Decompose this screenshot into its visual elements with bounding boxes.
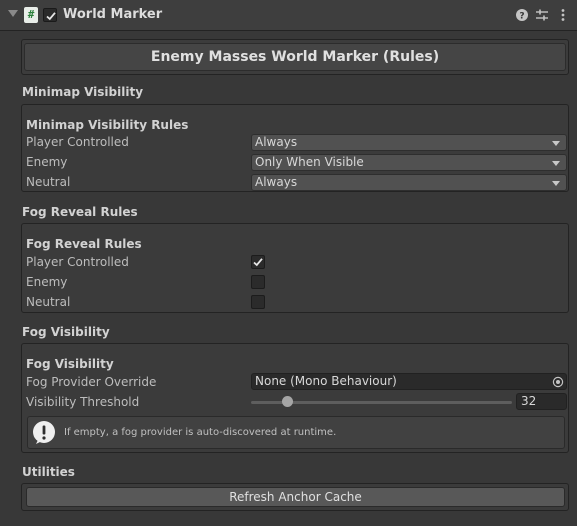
threshold-slider-thumb[interactable] bbox=[282, 396, 294, 407]
component-enabled-checkbox[interactable] bbox=[43, 8, 57, 22]
component-header[interactable]: # World Marker ? bbox=[0, 0, 577, 31]
help-icon[interactable]: ? bbox=[515, 8, 529, 22]
minimap-neutral-dropdown[interactable]: Always bbox=[251, 174, 567, 191]
fog-provider-label: Fog Provider Override bbox=[26, 375, 157, 389]
fog-reveal-neutral-checkbox[interactable] bbox=[251, 295, 265, 309]
threshold-value-field[interactable]: 32 bbox=[516, 393, 567, 410]
dropdown-caret-icon bbox=[552, 161, 560, 166]
fog-reveal-section-title: Fog Reveal Rules bbox=[22, 205, 138, 219]
component-title: World Marker bbox=[63, 7, 163, 22]
fog-reveal-rules-title: Fog Reveal Rules bbox=[26, 237, 142, 251]
foldout-arrow-icon[interactable] bbox=[8, 10, 18, 17]
checkmark-icon bbox=[253, 258, 263, 267]
fog-reveal-player-checkbox[interactable] bbox=[251, 255, 265, 269]
fog-reveal-player-label: Player Controlled bbox=[26, 255, 129, 269]
script-icon: # bbox=[24, 7, 38, 23]
dropdown-value: Only When Visible bbox=[255, 155, 364, 169]
refresh-anchor-cache-button[interactable]: Refresh Anchor Cache bbox=[26, 487, 565, 507]
dropdown-caret-icon bbox=[552, 181, 560, 186]
dropdown-value: Always bbox=[255, 135, 298, 149]
help-box-text: If empty, a fog provider is auto-discove… bbox=[64, 427, 337, 438]
rules-banner-button[interactable]: Enemy Masses World Marker (Rules) bbox=[24, 43, 566, 71]
banner-frame: Enemy Masses World Marker (Rules) bbox=[21, 39, 569, 75]
context-menu-icon[interactable] bbox=[556, 8, 570, 22]
fog-reveal-enemy-checkbox[interactable] bbox=[251, 275, 265, 289]
utilities-panel: Refresh Anchor Cache bbox=[21, 483, 569, 511]
dropdown-caret-icon bbox=[552, 141, 560, 146]
minimap-enemy-dropdown[interactable]: Only When Visible bbox=[251, 154, 567, 171]
minimap-section-title: Minimap Visibility bbox=[22, 85, 144, 99]
utilities-section-title: Utilities bbox=[22, 465, 75, 479]
minimap-rules-title: Minimap Visibility Rules bbox=[26, 118, 189, 132]
presets-icon[interactable] bbox=[535, 8, 549, 22]
fog-visibility-panel: Fog Visibility Fog Provider Override Non… bbox=[21, 343, 569, 453]
object-field-value: None (Mono Behaviour) bbox=[255, 374, 397, 388]
minimap-rules-panel: Minimap Visibility Rules Player Controll… bbox=[21, 104, 569, 192]
visibility-threshold-label: Visibility Threshold bbox=[26, 395, 140, 409]
minimap-player-dropdown[interactable]: Always bbox=[251, 134, 567, 151]
fog-provider-object-field[interactable]: None (Mono Behaviour) bbox=[251, 373, 567, 390]
svg-text:?: ? bbox=[519, 12, 524, 22]
fog-reveal-neutral-label: Neutral bbox=[26, 295, 71, 309]
minimap-neutral-label: Neutral bbox=[26, 175, 71, 189]
minimap-player-label: Player Controlled bbox=[26, 135, 129, 149]
fog-visibility-section-title: Fog Visibility bbox=[22, 325, 110, 339]
object-picker-icon[interactable] bbox=[552, 376, 564, 388]
fog-reveal-enemy-label: Enemy bbox=[26, 275, 68, 289]
minimap-enemy-label: Enemy bbox=[26, 155, 68, 169]
fog-visibility-title: Fog Visibility bbox=[26, 357, 114, 371]
info-warning-icon bbox=[33, 421, 55, 444]
help-box: If empty, a fog provider is auto-discove… bbox=[27, 416, 565, 449]
fog-reveal-panel: Fog Reveal Rules Player Controlled Enemy… bbox=[21, 223, 569, 313]
dropdown-value: Always bbox=[255, 175, 298, 189]
checkmark-icon bbox=[46, 12, 56, 21]
